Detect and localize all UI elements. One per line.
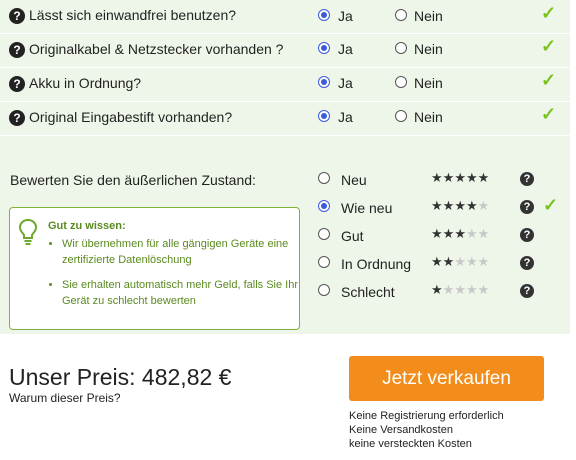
check-icon: ✓	[543, 195, 559, 215]
good-to-know-box: Gut zu wissen: Wir übernehmen für alle g…	[9, 207, 300, 330]
question-row-cable: ? Originalkabel & Netzstecker vorhanden …	[0, 34, 570, 68]
radio-condition[interactable]	[318, 284, 330, 296]
radio-yes-label[interactable]: Ja	[338, 75, 353, 91]
star-empty-icon: ★	[454, 254, 466, 269]
star-empty-icon: ★	[442, 282, 455, 297]
lightbulb-icon	[18, 218, 38, 245]
star-rating: ★★★★★	[431, 226, 489, 242]
radio-condition[interactable]	[318, 228, 330, 240]
info-item: Sie erhalten automatisch mehr Geld, fall…	[62, 277, 307, 309]
star-empty-icon: ★	[477, 226, 490, 241]
help-icon[interactable]: ?	[520, 200, 534, 214]
star-empty-icon: ★	[465, 282, 478, 297]
check-icon: ✓	[541, 104, 557, 124]
check-icon: ✓	[541, 36, 557, 56]
help-icon[interactable]: ?	[9, 42, 25, 58]
help-icon[interactable]: ?	[520, 228, 534, 242]
question-row-usable: ? Lässt sich einwandfrei benutzen? Ja Ne…	[0, 0, 570, 34]
star-filled-icon: ★	[431, 170, 443, 185]
radio-condition[interactable]	[318, 256, 330, 268]
radio-no[interactable]	[395, 9, 407, 21]
radio-yes-label[interactable]: Ja	[338, 109, 353, 125]
note-line: Keine Registrierung erforderlich	[349, 410, 504, 422]
radio-yes[interactable]	[318, 9, 330, 21]
radio-yes-label[interactable]: Ja	[338, 41, 353, 57]
condition-label[interactable]: Schlecht	[341, 284, 395, 300]
note-line: Keine Versandkosten	[349, 424, 453, 436]
star-empty-icon: ★	[465, 254, 478, 269]
help-icon[interactable]: ?	[9, 8, 25, 24]
star-filled-icon: ★	[431, 226, 443, 241]
star-rating: ★★★★★	[431, 254, 489, 270]
price-explanation-link[interactable]: Warum dieser Preis?	[9, 391, 121, 405]
star-empty-icon: ★	[465, 226, 478, 241]
star-filled-icon: ★	[477, 170, 490, 185]
star-empty-icon: ★	[477, 282, 490, 297]
star-filled-icon: ★	[465, 170, 478, 185]
star-filled-icon: ★	[442, 170, 455, 185]
radio-no-label[interactable]: Nein	[414, 109, 443, 125]
radio-condition[interactable]	[318, 172, 330, 184]
radio-no[interactable]	[395, 76, 407, 88]
info-title: Gut zu wissen:	[48, 220, 126, 232]
star-rating: ★★★★★	[431, 282, 489, 298]
question-label: Originalkabel & Netzstecker vorhanden ?	[29, 41, 284, 57]
question-label: Original Eingabestift vorhanden?	[29, 109, 233, 125]
star-filled-icon: ★	[431, 254, 443, 269]
help-icon[interactable]: ?	[520, 172, 534, 186]
help-icon[interactable]: ?	[520, 284, 534, 298]
sell-now-button[interactable]: Jetzt verkaufen	[349, 356, 544, 401]
question-row-battery: ? Akku in Ordnung? Ja Nein ✓	[0, 68, 570, 102]
radio-yes[interactable]	[318, 76, 330, 88]
help-icon[interactable]: ?	[9, 76, 25, 92]
radio-condition[interactable]	[318, 200, 330, 212]
radio-no-label[interactable]: Nein	[414, 75, 443, 91]
star-filled-icon: ★	[454, 170, 466, 185]
radio-yes[interactable]	[318, 110, 330, 122]
star-empty-icon: ★	[477, 198, 490, 213]
star-filled-icon: ★	[442, 226, 455, 241]
condition-title: Bewerten Sie den äußerlichen Zustand:	[10, 172, 256, 188]
star-filled-icon: ★	[442, 198, 455, 213]
star-filled-icon: ★	[454, 198, 466, 213]
note-line: keine versteckten Kosten	[349, 438, 472, 450]
radio-no-label[interactable]: Nein	[414, 8, 443, 24]
questionnaire-panel: ? Lässt sich einwandfrei benutzen? Ja Ne…	[0, 0, 570, 334]
radio-yes-label[interactable]: Ja	[338, 8, 353, 24]
condition-label[interactable]: Wie neu	[341, 200, 392, 216]
question-row-stylus: ? Original Eingabestift vorhanden? Ja Ne…	[0, 102, 570, 136]
star-filled-icon: ★	[431, 282, 443, 297]
radio-yes[interactable]	[318, 42, 330, 54]
star-filled-icon: ★	[431, 198, 443, 213]
help-icon[interactable]: ?	[520, 256, 534, 270]
price-label: Unser Preis: 482,82 €	[9, 364, 232, 390]
radio-no-label[interactable]: Nein	[414, 41, 443, 57]
question-label: Lässt sich einwandfrei benutzen?	[29, 7, 237, 23]
condition-label[interactable]: In Ordnung	[341, 256, 411, 272]
radio-no[interactable]	[395, 42, 407, 54]
check-icon: ✓	[541, 70, 557, 90]
sell-notes: Keine Registrierung erforderlich Keine V…	[349, 409, 504, 451]
help-icon[interactable]: ?	[9, 110, 25, 126]
info-item: Wir übernehmen für alle gängigen Geräte …	[62, 236, 307, 268]
condition-label[interactable]: Neu	[341, 172, 367, 188]
star-filled-icon: ★	[465, 198, 478, 213]
star-rating: ★★★★★	[431, 198, 489, 214]
check-icon: ✓	[541, 3, 557, 23]
question-label: Akku in Ordnung?	[29, 75, 142, 91]
star-empty-icon: ★	[454, 282, 466, 297]
condition-label[interactable]: Gut	[341, 228, 364, 244]
radio-no[interactable]	[395, 110, 407, 122]
info-list: Wir übernehmen für alle gängigen Geräte …	[48, 236, 307, 318]
star-filled-icon: ★	[442, 254, 455, 269]
star-filled-icon: ★	[454, 226, 466, 241]
star-rating: ★★★★★	[431, 170, 489, 186]
star-empty-icon: ★	[477, 254, 490, 269]
